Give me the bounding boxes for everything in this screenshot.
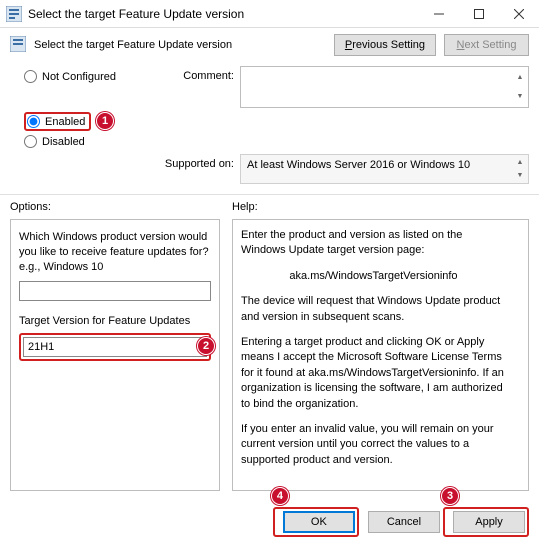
annotation-2: 2: [197, 337, 215, 355]
radio-label: Disabled: [42, 136, 85, 148]
next-setting-button: Next Setting: [444, 34, 529, 56]
supported-on-box: At least Windows Server 2016 or Windows …: [240, 154, 529, 184]
comment-label: Comment:: [160, 66, 240, 82]
help-text-2: The device will request that Windows Upd…: [241, 294, 506, 325]
help-panel: Enter the product and version as listed …: [232, 219, 529, 491]
help-heading: Help:: [232, 201, 529, 213]
ok-wrap: OK 4: [273, 507, 359, 537]
supported-label: Supported on:: [160, 154, 240, 170]
radio-label: Enabled: [45, 116, 85, 128]
comment-spinner[interactable]: ▲▼: [513, 68, 527, 106]
header-row: Select the target Feature Update version…: [0, 28, 539, 60]
app-icon: [6, 6, 22, 22]
prev-label: revious Setting: [352, 39, 425, 51]
supported-spinner: ▲▼: [513, 156, 527, 182]
ok-button[interactable]: OK: [283, 511, 355, 533]
annotation-1: 1: [96, 112, 114, 130]
header-icon: [10, 36, 26, 55]
window-title: Select the target Feature Update version: [28, 7, 419, 21]
annotation-3: 3: [441, 487, 459, 505]
product-version-question: Which Windows product version would you …: [19, 230, 211, 275]
comment-textarea[interactable]: ▲▼: [240, 66, 529, 108]
help-text-3: Entering a target product and clicking O…: [241, 335, 506, 412]
annotation-4: 4: [271, 487, 289, 505]
supported-text: At least Windows Server 2016 or Windows …: [247, 159, 470, 171]
help-text-4: If you enter an invalid value, you will …: [241, 422, 506, 468]
options-heading: Options:: [10, 201, 220, 213]
cancel-button[interactable]: Cancel: [368, 511, 440, 533]
previous-setting-button[interactable]: Previous Setting: [334, 34, 436, 56]
header-title: Select the target Feature Update version: [34, 39, 326, 51]
target-version-input[interactable]: [23, 337, 207, 357]
help-link: aka.ms/WindowsTargetVersioninfo: [241, 269, 506, 284]
radio-label: Not Configured: [42, 71, 116, 83]
config-area: Not Configured Comment: ▲▼ Enabled 1 Dis…: [0, 60, 539, 195]
help-text-1: Enter the product and version as listed …: [241, 228, 506, 259]
radio-disabled[interactable]: Disabled: [24, 135, 160, 148]
button-row: OK 4 Cancel Apply 3: [0, 497, 539, 537]
cancel-wrap: Cancel: [362, 511, 440, 533]
apply-button[interactable]: Apply: [453, 511, 525, 533]
maximize-button[interactable]: [459, 0, 499, 28]
product-version-input[interactable]: [19, 281, 211, 301]
radio-enabled[interactable]: Enabled 1: [24, 112, 160, 131]
close-button[interactable]: [499, 0, 539, 28]
titlebar: Select the target Feature Update version: [0, 0, 539, 28]
options-panel: Which Windows product version would you …: [10, 219, 220, 491]
radio-not-configured[interactable]: Not Configured: [24, 70, 160, 83]
target-version-label: Target Version for Feature Updates: [19, 315, 211, 327]
apply-wrap: Apply 3: [443, 507, 529, 537]
minimize-button[interactable]: [419, 0, 459, 28]
